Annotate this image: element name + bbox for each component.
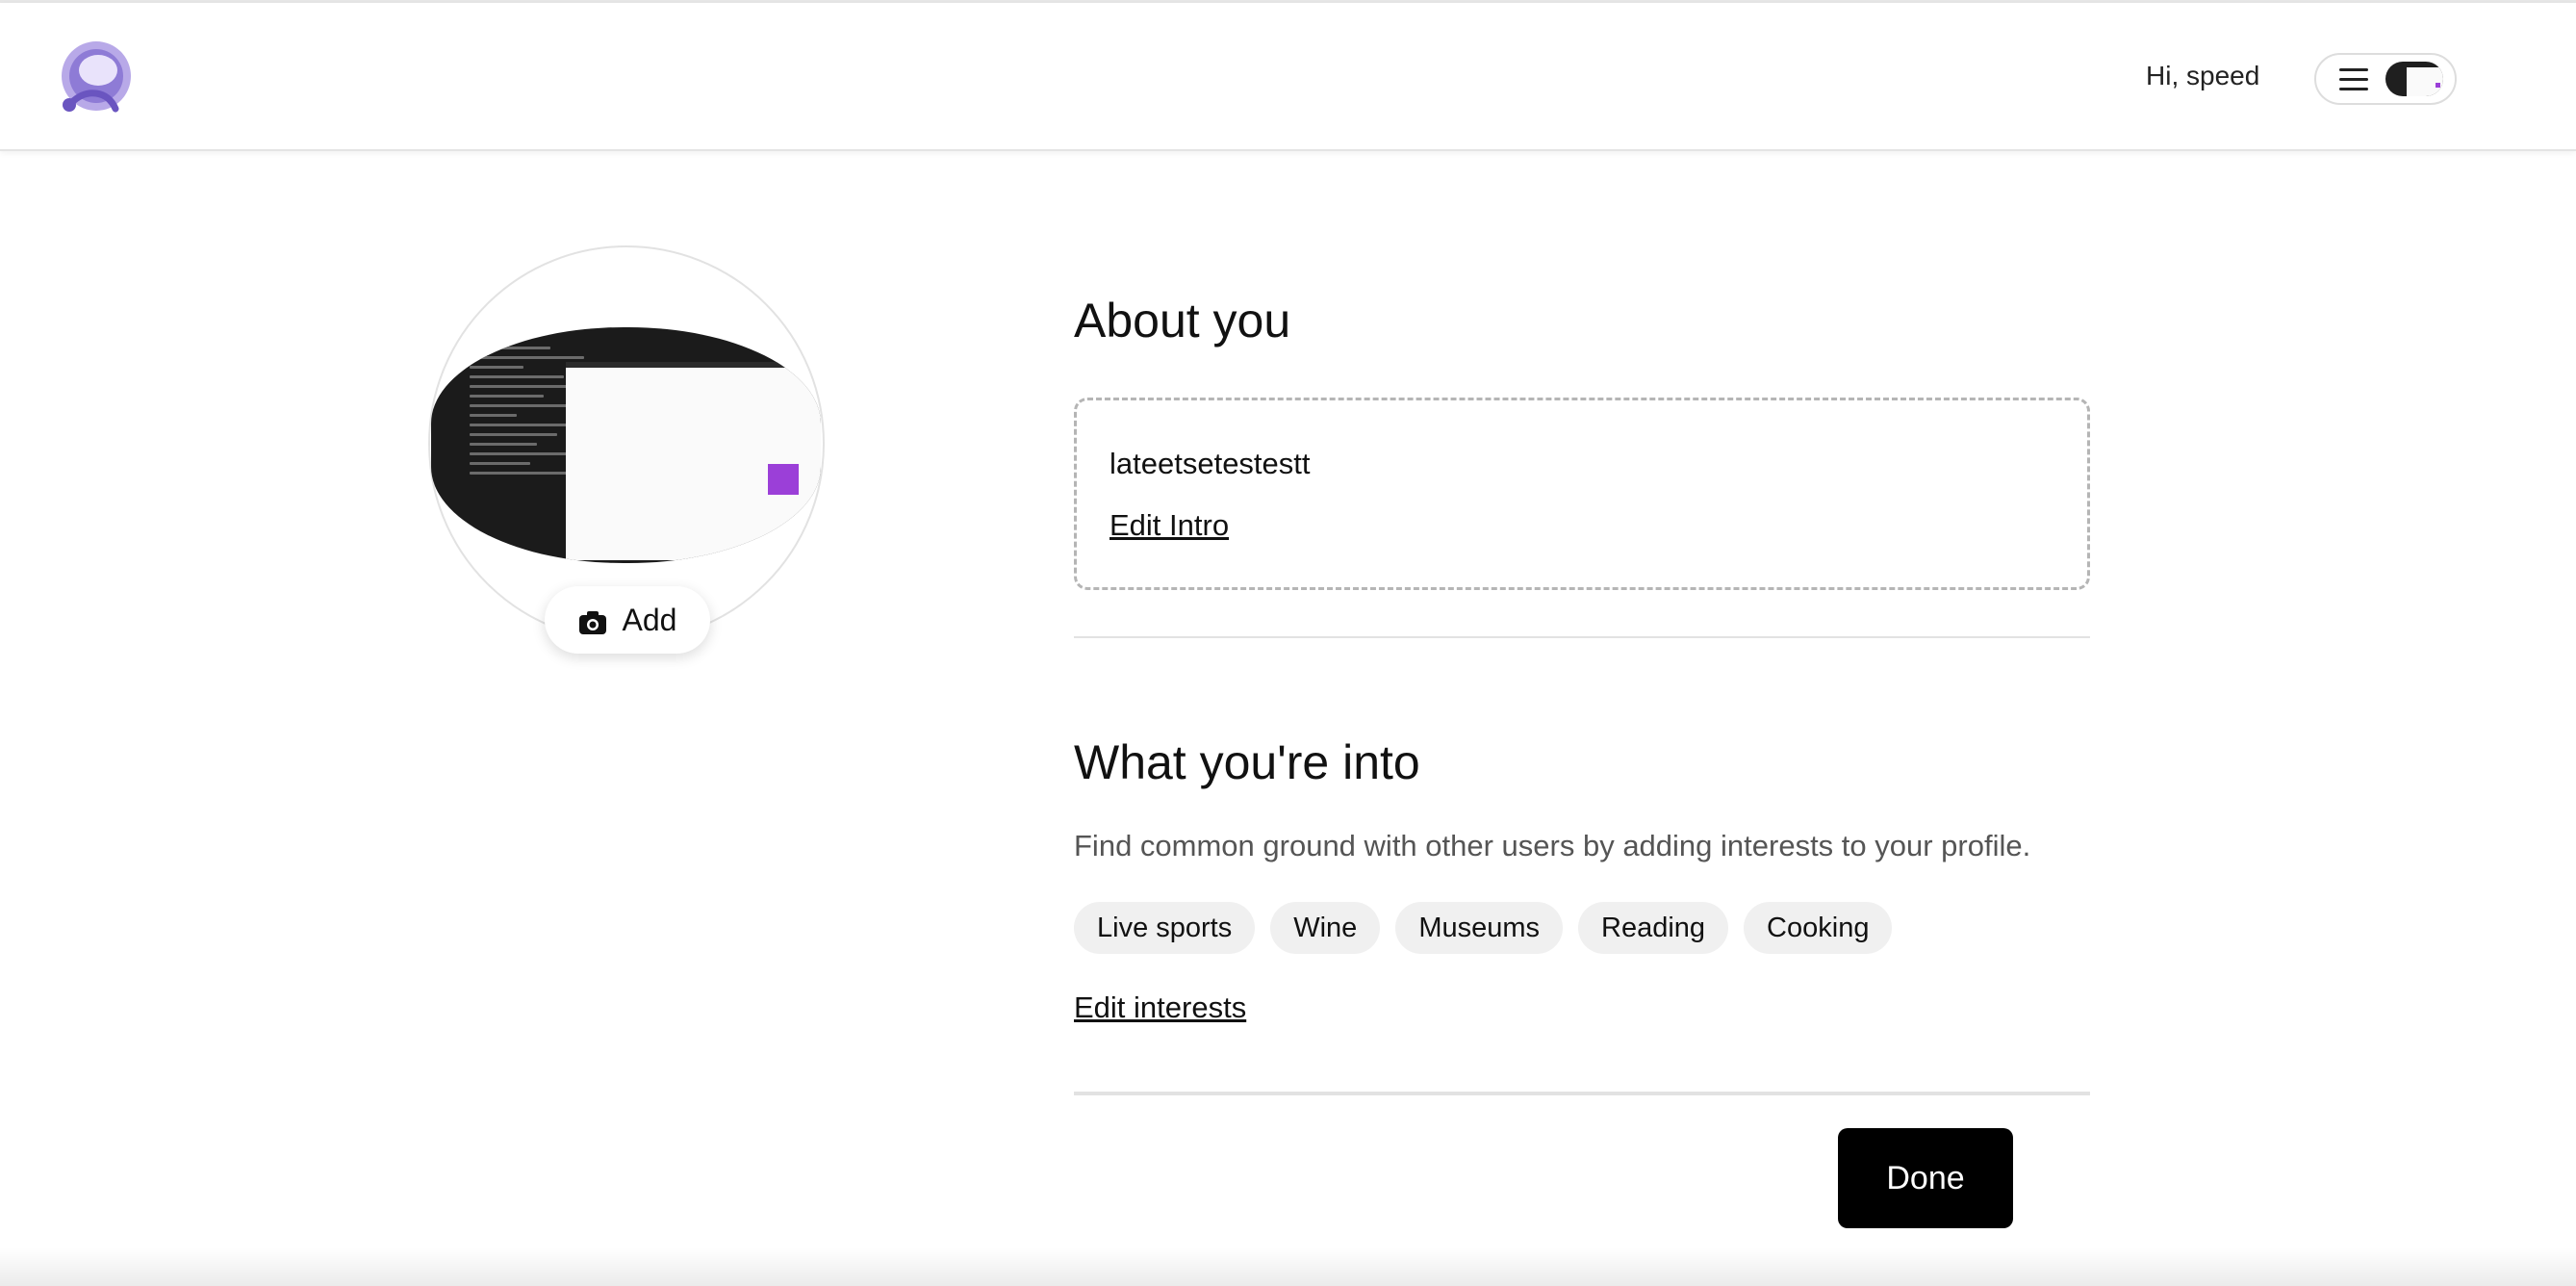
add-photo-label: Add — [622, 602, 677, 637]
user-menu-button[interactable] — [2314, 53, 2457, 105]
profile-photo — [431, 327, 821, 563]
intro-text: lateetsetestestt — [1109, 447, 1311, 480]
camera-icon — [578, 607, 607, 634]
purple-square — [768, 464, 799, 495]
divider — [1074, 1092, 2090, 1095]
divider — [1074, 636, 2090, 638]
interest-chip: Live sports — [1074, 902, 1256, 954]
bottom-shadow — [0, 1247, 2576, 1286]
avatar — [2385, 62, 2443, 96]
intro-box: lateetsetestestt Edit Intro — [1074, 398, 2090, 590]
interest-chips: Live sports Wine Museums Reading Cooking — [1074, 902, 1893, 954]
interest-chip: Museums — [1395, 902, 1564, 954]
user-greeting: Hi, speed — [2146, 61, 2260, 90]
interest-chip: Cooking — [1744, 902, 1893, 954]
interest-chip: Reading — [1578, 902, 1729, 954]
about-title: About you — [1074, 294, 1291, 347]
interest-chip: Wine — [1270, 902, 1381, 954]
logo-icon[interactable] — [54, 36, 137, 118]
interests-subtitle: Find common ground with other users by a… — [1074, 829, 2031, 862]
edit-interests-link[interactable]: Edit interests — [1074, 990, 1246, 1025]
done-button[interactable]: Done — [1838, 1128, 2013, 1228]
hamburger-menu-icon — [2339, 68, 2368, 91]
top-header: Hi, speed — [0, 3, 2576, 151]
edit-intro-link[interactable]: Edit Intro — [1109, 508, 1229, 543]
add-photo-button[interactable]: Add — [545, 586, 710, 654]
interests-title: What you're into — [1074, 735, 1420, 789]
